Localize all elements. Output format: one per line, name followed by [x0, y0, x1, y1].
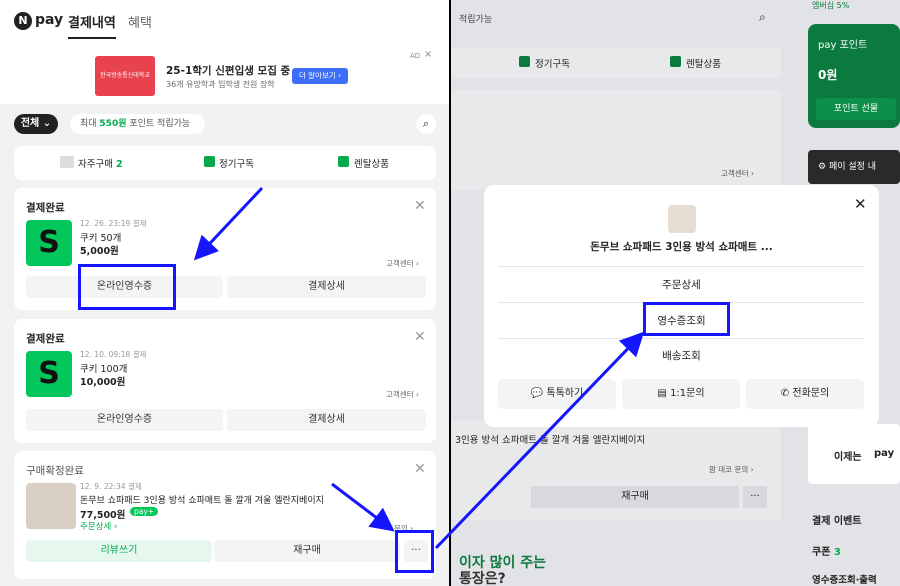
cross-panel-arrow	[434, 331, 645, 550]
